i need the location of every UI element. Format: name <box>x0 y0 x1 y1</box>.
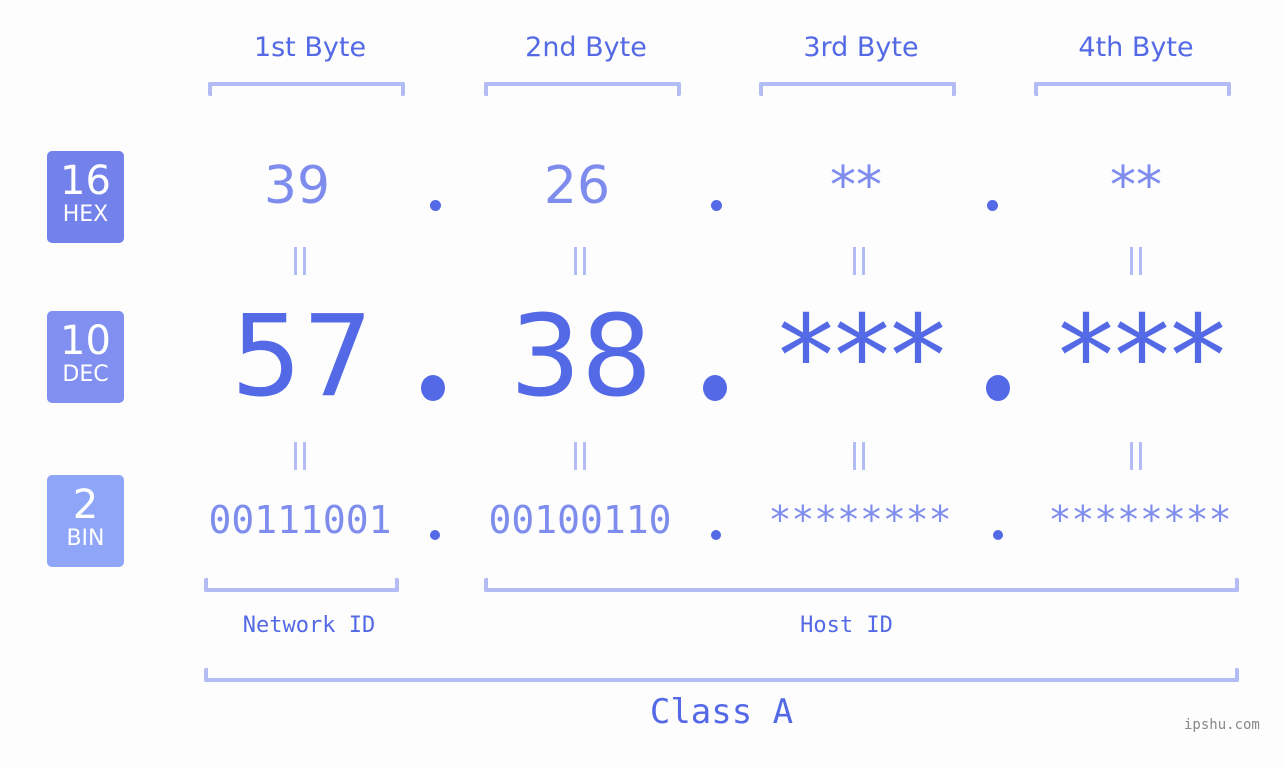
equals-icon <box>1128 442 1144 470</box>
equals-icon <box>292 442 308 470</box>
hex-value-3: ** <box>830 156 882 216</box>
dec-dot-2 <box>703 375 727 401</box>
equals-icon <box>851 442 867 470</box>
network-id-label: Network ID <box>242 613 376 638</box>
byte-bracket-1 <box>208 82 405 96</box>
hex-value-1: 39 <box>263 156 331 216</box>
bin-badge: 2 BIN <box>47 475 124 567</box>
host-id-bracket <box>484 578 1239 592</box>
hex-badge-label: HEX <box>62 202 109 227</box>
byte-header-1: 1st Byte <box>253 32 367 63</box>
equals-icon <box>572 442 588 470</box>
hex-badge: 16 HEX <box>47 151 124 243</box>
hex-value-2: 26 <box>543 156 611 216</box>
equals-icon <box>572 247 588 275</box>
hex-dot-2 <box>711 200 722 211</box>
hex-value-4: ** <box>1110 156 1162 216</box>
dec-badge: 10 DEC <box>47 311 124 403</box>
byte-bracket-3 <box>759 82 956 96</box>
hex-badge-number: 16 <box>60 158 111 204</box>
byte-bracket-2 <box>484 82 681 96</box>
equals-icon <box>292 247 308 275</box>
dec-value-3: *** <box>778 292 946 422</box>
byte-header-3: 3rd Byte <box>803 32 919 63</box>
dec-dot-1 <box>421 375 445 401</box>
watermark: ipshu.com <box>1184 717 1260 733</box>
bin-badge-label: BIN <box>66 526 105 551</box>
byte-header-4: 4th Byte <box>1078 32 1194 63</box>
bin-badge-number: 2 <box>72 482 99 528</box>
class-bracket <box>204 668 1239 682</box>
hex-dot-1 <box>430 200 441 211</box>
dec-value-2: 38 <box>509 292 653 422</box>
host-id-label: Host ID <box>800 613 893 638</box>
bin-value-4: ******** <box>1048 498 1232 542</box>
hex-dot-3 <box>987 200 998 211</box>
dec-value-1: 57 <box>230 292 374 422</box>
network-id-bracket <box>204 578 399 592</box>
byte-header-2: 2nd Byte <box>525 32 647 63</box>
byte-bracket-4 <box>1034 82 1231 96</box>
equals-icon <box>1128 247 1144 275</box>
dec-badge-label: DEC <box>62 362 109 387</box>
bin-dot-3 <box>993 530 1003 540</box>
dec-value-4: *** <box>1058 292 1226 422</box>
bin-dot-1 <box>430 530 440 540</box>
dec-badge-number: 10 <box>60 318 111 364</box>
bin-dot-2 <box>711 530 721 540</box>
bin-value-1: 00111001 <box>208 498 392 542</box>
dec-dot-3 <box>986 375 1010 401</box>
class-label: Class A <box>649 692 794 732</box>
bin-value-3: ******** <box>768 498 952 542</box>
bin-value-2: 00100110 <box>488 498 672 542</box>
equals-icon <box>851 247 867 275</box>
